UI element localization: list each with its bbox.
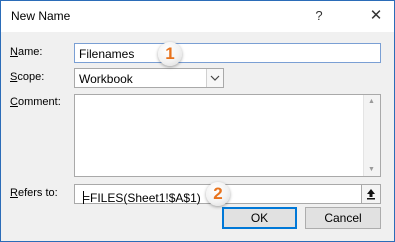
name-input-value: Filenames: [79, 47, 135, 61]
chevron-down-icon: [210, 75, 220, 81]
comment-label: Comment:: [10, 96, 61, 108]
refers-to-input-value: =FILES(Sheet1!$A$1): [83, 191, 201, 205]
refers-to-label-accesskey: R: [10, 187, 18, 199]
close-button[interactable]: ✕: [365, 6, 387, 26]
comment-label-accesskey: C: [10, 96, 18, 108]
scroll-down-arrow-icon[interactable]: ▼: [368, 166, 375, 173]
dialog-title: New Name: [11, 9, 71, 23]
cancel-button[interactable]: Cancel: [305, 207, 381, 229]
name-label: Name:: [10, 46, 42, 58]
ok-button[interactable]: OK: [222, 207, 297, 229]
scope-label-text: cope:: [17, 71, 45, 83]
name-label-text: ame:: [17, 46, 43, 58]
new-name-dialog: New Name ? ✕ Name: Filenames Scope: Work…: [0, 0, 395, 242]
refers-to-label-text: efers to:: [17, 187, 58, 199]
collapse-dialog-icon: [367, 189, 375, 200]
step-marker-2: 2: [206, 182, 230, 206]
collapse-dialog-button[interactable]: [361, 185, 380, 203]
comment-textarea[interactable]: ▲ ▼: [74, 94, 381, 177]
scope-select-value: Workbook: [79, 72, 133, 86]
name-input[interactable]: Filenames: [74, 43, 381, 63]
scope-label: Scope:: [10, 71, 44, 83]
title-bar[interactable]: New Name ? ✕: [1, 1, 394, 32]
name-label-accesskey: N: [10, 46, 18, 58]
scroll-up-arrow-icon[interactable]: ▲: [368, 98, 375, 105]
text-caret: [83, 191, 84, 204]
scope-select[interactable]: Workbook: [74, 68, 224, 88]
comment-scrollbar[interactable]: ▲ ▼: [363, 95, 380, 176]
help-button[interactable]: ?: [308, 6, 330, 26]
comment-label-text: omment:: [17, 96, 61, 108]
step-marker-1: 1: [158, 42, 182, 66]
refers-to-label: Refers to:: [10, 187, 58, 199]
scope-dropdown-button[interactable]: [206, 69, 223, 87]
